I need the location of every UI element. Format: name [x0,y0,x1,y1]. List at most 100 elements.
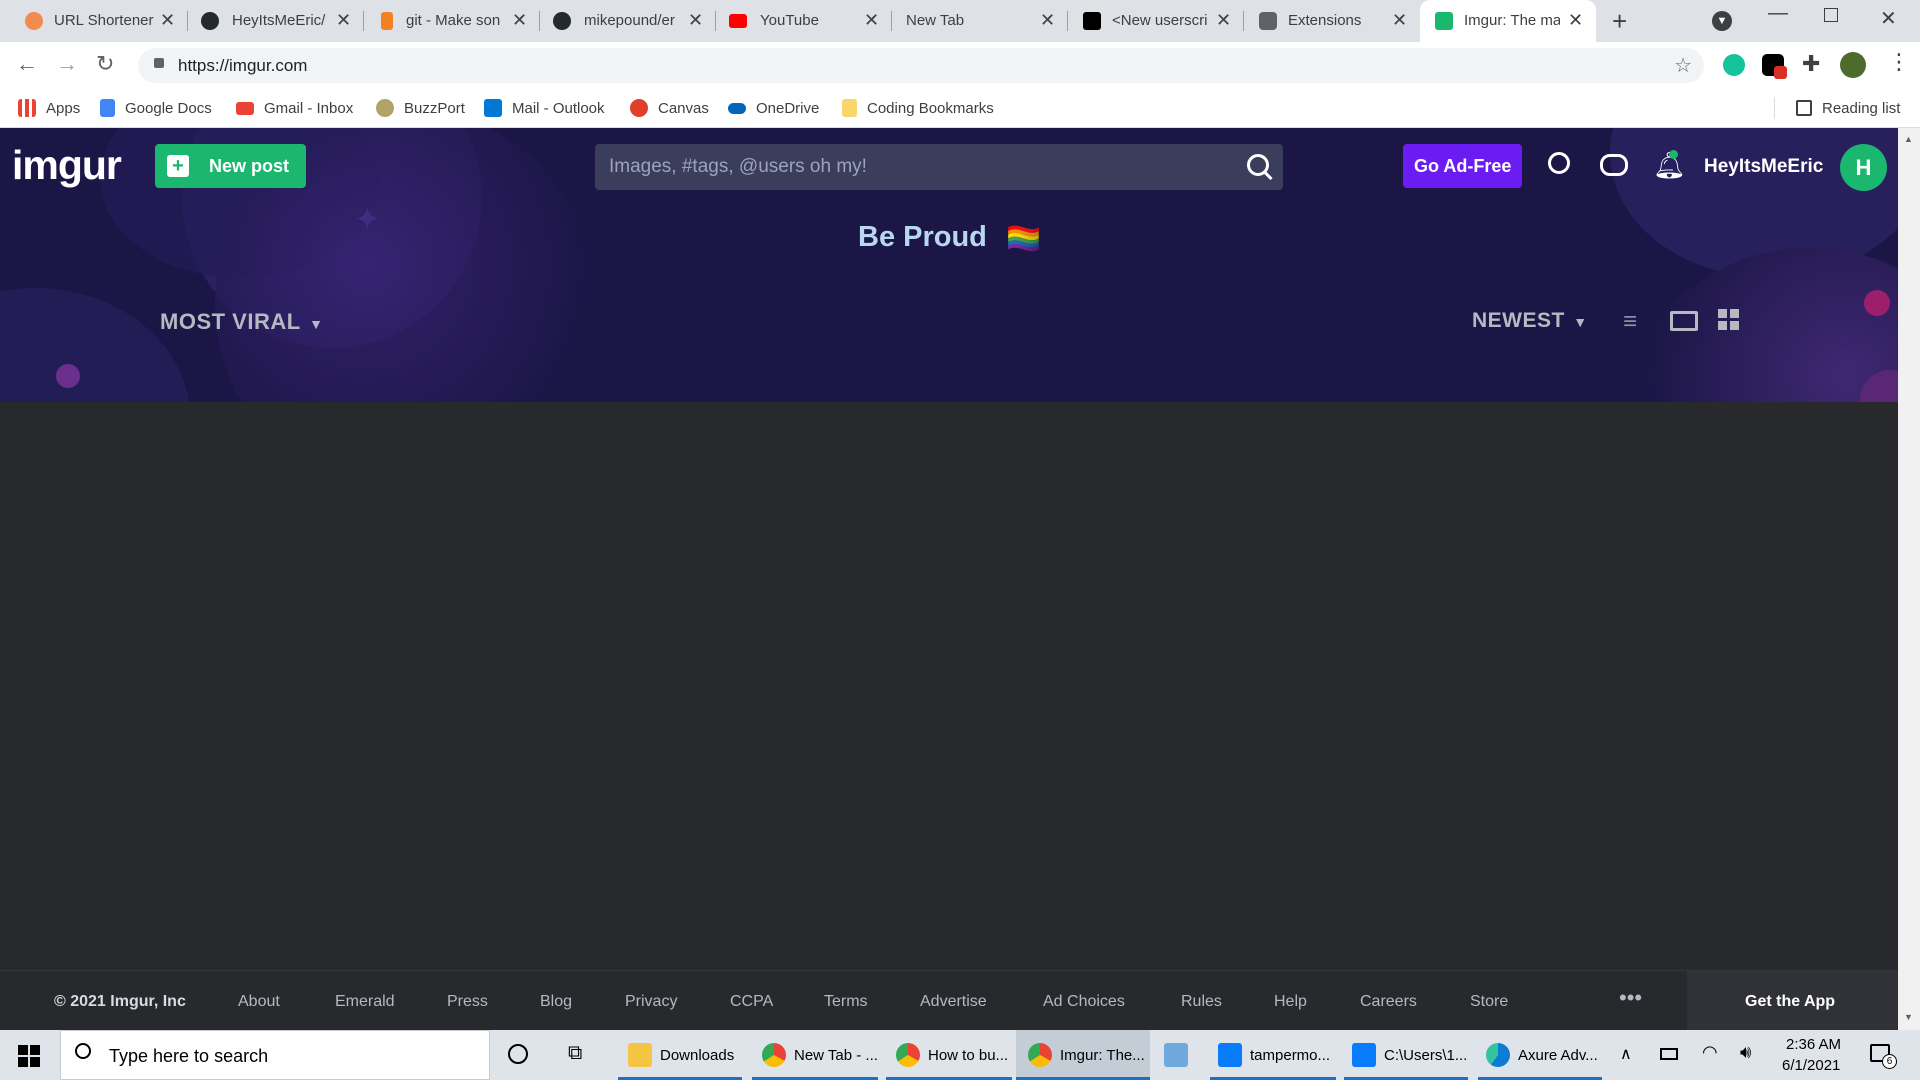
layout-uniform-icon[interactable] [1670,311,1698,331]
taskbar-app-chrome[interactable]: New Tab - ... [752,1030,878,1080]
browser-tab[interactable]: HeyItsMeEric/ ✕ [188,0,364,42]
more-options-icon[interactable]: ••• [1619,985,1642,1011]
bookmark-folder-coding[interactable]: Coding Bookmarks [842,96,994,120]
grammarly-icon[interactable] [1723,54,1745,76]
taskbar-app-chrome-active[interactable]: Imgur: The... [1016,1030,1150,1080]
layout-grid-icon[interactable] [1718,309,1740,331]
footer-link-blog[interactable]: Blog [540,993,572,1011]
browser-tab[interactable]: YouTube ✕ [716,0,892,42]
footer-link-store[interactable]: Store [1470,993,1508,1011]
close-tab-icon[interactable]: ✕ [512,10,527,31]
back-icon[interactable]: ← [16,51,38,77]
bookmarks-bar: Apps Google Docs Gmail - Inbox BuzzPort … [0,88,1920,128]
get-the-app-button[interactable]: Get the App [1687,971,1898,1031]
user-avatar[interactable]: H [1840,144,1887,191]
browser-tab[interactable]: URL Shortener ✕ [0,0,188,42]
bookmark-canvas[interactable]: Canvas [630,96,709,120]
section-dropdown[interactable]: MOST VIRAL ▼ [160,309,323,335]
footer-link-ad-choices[interactable]: Ad Choices [1043,993,1125,1011]
browser-tab[interactable]: New Tab ✕ [892,0,1068,42]
taskbar-search-box[interactable]: Type here to search [60,1030,490,1080]
taskbar-app-edge[interactable]: Axure Adv... [1478,1030,1602,1080]
footer-link-ccpa[interactable]: CCPA [730,993,773,1011]
battery-icon[interactable] [1660,1048,1678,1060]
taskbar-app-webstorm[interactable]: tampermo... [1210,1030,1336,1080]
taskbar-search-placeholder: Type here to search [109,1046,269,1066]
footer-link-advertise[interactable]: Advertise [920,993,987,1011]
reading-list-button[interactable]: Reading list [1796,96,1900,120]
imgur-logo[interactable]: imgur [12,142,122,189]
search-field[interactable]: Images, #tags, @users oh my! [595,144,1283,190]
win-pane [18,1057,28,1067]
chrome-menu-icon[interactable]: ⋮ [1888,49,1910,75]
browser-tab[interactable]: <New userscri ✕ [1068,0,1244,42]
close-tab-icon[interactable]: ✕ [1392,10,1407,31]
footer-link-emerald[interactable]: Emerald [335,993,395,1011]
bookmark-onedrive[interactable]: OneDrive [728,96,819,120]
extensions-puzzle-icon[interactable]: ✚ [1802,51,1820,77]
banner-title[interactable]: Be Proud [858,221,987,254]
close-tab-icon[interactable]: ✕ [864,10,879,31]
url-shortener-favicon [25,12,43,30]
lock-icon[interactable] [154,58,164,68]
sort-dropdown[interactable]: NEWEST ▼ [1472,309,1587,333]
browser-tab-active[interactable]: Imgur: The ma ✕ [1420,0,1596,42]
bookmark-gmail[interactable]: Gmail - Inbox [236,96,353,120]
footer-link-rules[interactable]: Rules [1181,993,1222,1011]
medal-icon[interactable] [1548,152,1570,174]
windows-start-icon[interactable] [18,1045,40,1067]
close-tab-icon[interactable]: ✕ [1216,10,1231,31]
taskbar-app-label: C:\Users\1... [1384,1046,1468,1064]
browser-tab[interactable]: git - Make son ✕ [364,0,540,42]
address-bar[interactable]: https://imgur.com ☆ [138,48,1704,83]
bookmark-label: Google Docs [125,99,212,117]
scroll-down-arrow-icon[interactable]: ▼ [1904,1012,1913,1022]
username[interactable]: HeyItsMeEric [1704,156,1823,178]
close-tab-icon[interactable]: ✕ [1040,10,1055,31]
filter-icon[interactable]: ≡ [1623,308,1637,336]
win-pane [18,1045,28,1055]
footer-link-press[interactable]: Press [447,993,488,1011]
taskbar-app-webstorm[interactable]: C:\Users\1... [1344,1030,1468,1080]
page-scrollbar[interactable]: ▲ ▼ [1898,128,1920,1030]
volume-icon[interactable]: 🔊︎ [1740,1042,1751,1063]
scroll-up-arrow-icon[interactable]: ▲ [1904,134,1913,144]
bookmark-outlook[interactable]: Mail - Outlook [484,96,605,120]
close-window-icon[interactable]: ✕ [1880,6,1897,31]
footer-link-careers[interactable]: Careers [1360,993,1417,1011]
bookmark-star-icon[interactable]: ☆ [1674,53,1692,78]
bookmark-apps[interactable]: Apps [18,96,80,120]
taskbar-app-chrome[interactable]: How to bu... [886,1030,1012,1080]
taskbar-app-downloads[interactable]: Downloads [618,1030,742,1080]
messages-icon[interactable] [1600,154,1628,176]
footer-link-terms[interactable]: Terms [824,993,868,1011]
taskbar-clock[interactable]: 2:36 AM 6/1/2021 [1774,1030,1854,1080]
new-tab-button[interactable]: + [1612,6,1627,37]
wifi-icon[interactable]: ◠ [1702,1042,1718,1063]
restore-icon[interactable] [1824,8,1838,22]
minimize-icon[interactable]: — [1768,2,1788,25]
tab-search-icon[interactable]: ▼ [1712,11,1732,31]
grid-square [1730,321,1739,330]
section-label: MOST VIRAL [160,309,301,334]
close-tab-icon[interactable]: ✕ [688,10,703,31]
browser-tab[interactable]: mikepound/er ✕ [540,0,716,42]
bookmark-buzzport[interactable]: BuzzPort [376,96,465,120]
go-ad-free-button[interactable]: Go Ad-Free [1403,144,1522,188]
close-tab-icon[interactable]: ✕ [336,10,351,31]
cortana-icon[interactable] [508,1044,528,1064]
reload-icon[interactable]: ↻ [96,51,114,77]
new-post-button[interactable]: + New post [155,144,306,188]
footer-link-about[interactable]: About [238,993,280,1011]
close-tab-icon[interactable]: ✕ [160,10,175,31]
show-hidden-icons-icon[interactable]: ∧ [1620,1044,1632,1064]
close-tab-icon[interactable]: ✕ [1568,10,1583,31]
browser-tab[interactable]: Extensions ✕ [1244,0,1420,42]
taskbar-app-paint[interactable] [1156,1030,1196,1080]
profile-avatar[interactable] [1840,52,1866,78]
footer-link-help[interactable]: Help [1274,993,1307,1011]
bookmark-google-docs[interactable]: Google Docs [100,96,212,120]
footer-link-privacy[interactable]: Privacy [625,993,677,1011]
task-view-icon[interactable]: ⧉ [568,1042,582,1065]
forward-icon[interactable]: → [56,51,78,77]
